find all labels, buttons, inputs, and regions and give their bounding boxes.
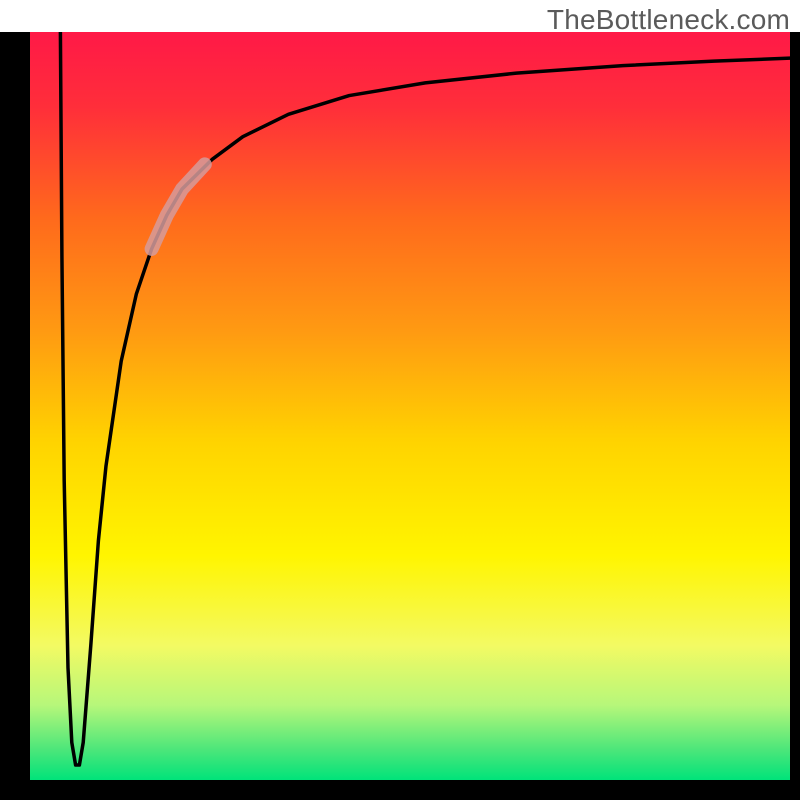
chart-container: TheBottleneck.com	[0, 0, 800, 800]
bottleneck-chart	[0, 0, 800, 800]
watermark-text: TheBottleneck.com	[547, 4, 790, 36]
